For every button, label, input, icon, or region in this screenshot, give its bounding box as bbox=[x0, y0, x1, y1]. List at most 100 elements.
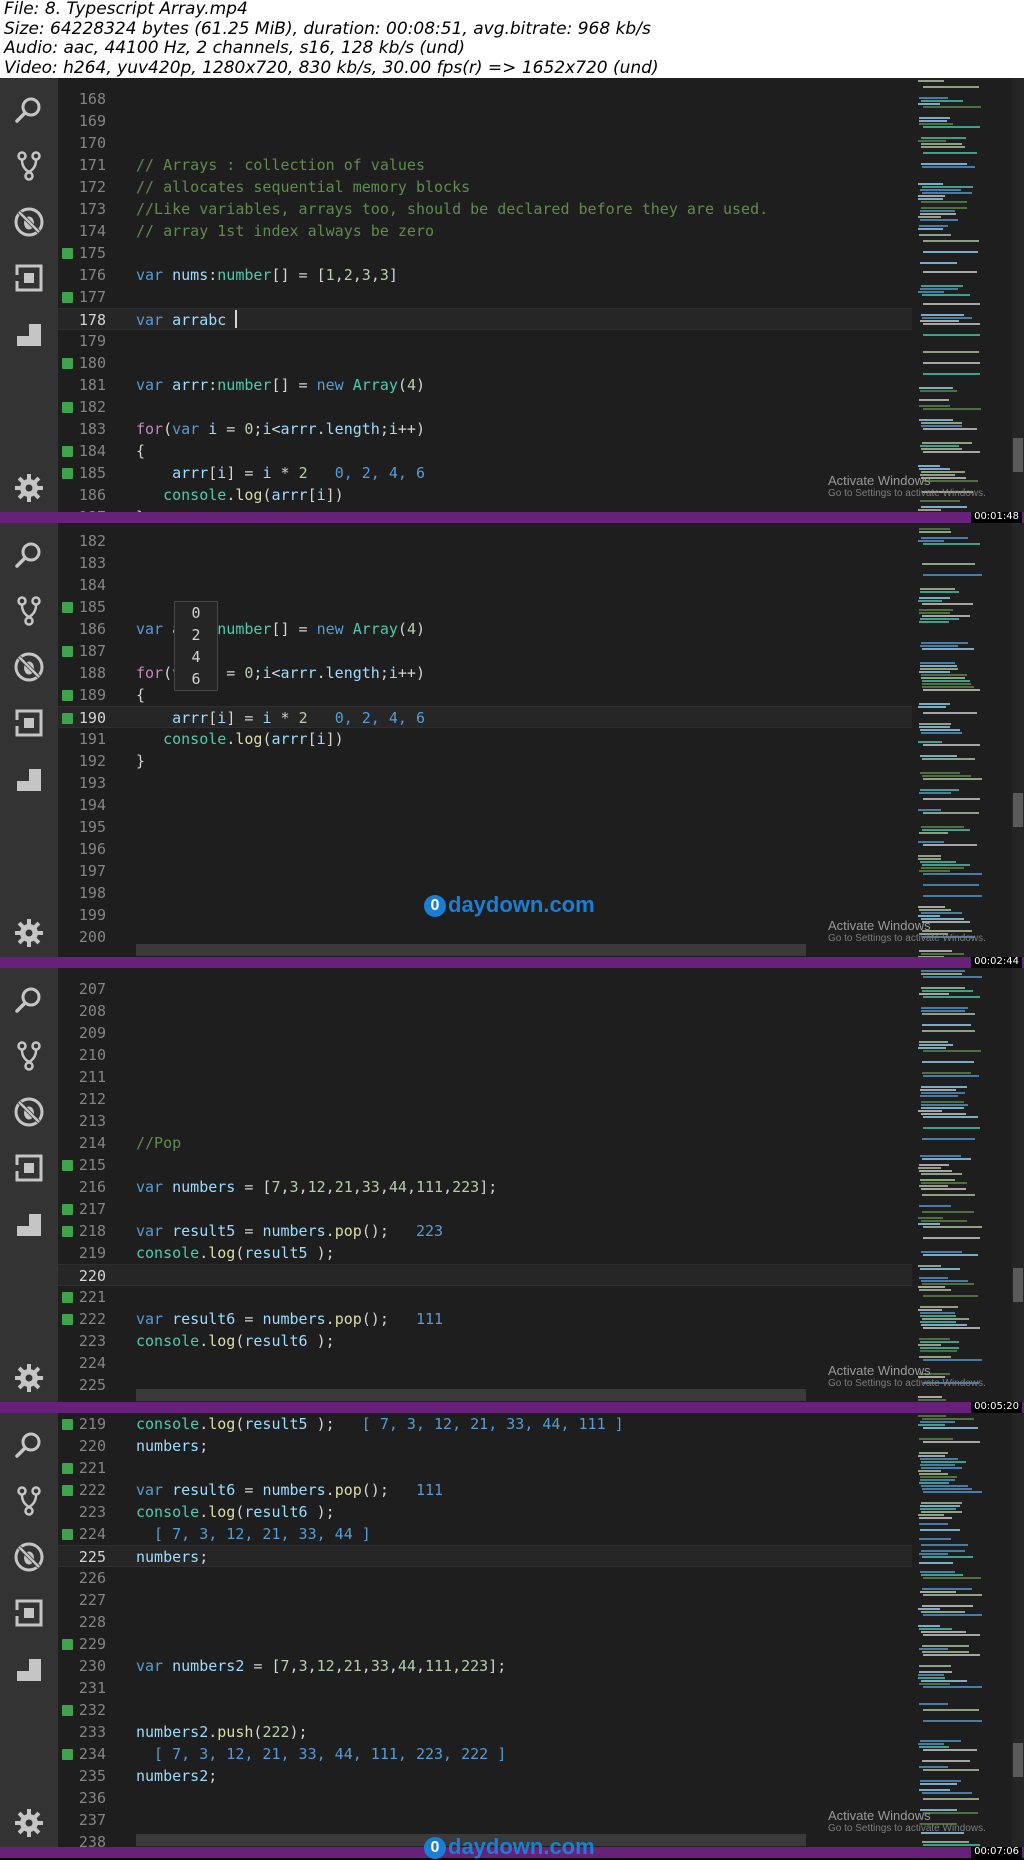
debug-icon[interactable] bbox=[9, 1092, 49, 1132]
code-line[interactable]: 172 // allocates sequential memory blocks bbox=[58, 176, 912, 198]
explorer-icon[interactable] bbox=[9, 90, 49, 130]
debug-icon[interactable] bbox=[9, 1537, 49, 1577]
code-line[interactable]: 221 bbox=[58, 1457, 912, 1479]
code-line[interactable]: 224 bbox=[58, 1352, 912, 1374]
code-line[interactable]: 183 bbox=[58, 552, 912, 574]
code-line[interactable]: 183 for(var i = 0;i<arrr.length;i++) bbox=[58, 418, 912, 440]
code-line[interactable]: 178 var arrabc bbox=[58, 308, 912, 330]
layout-icon[interactable] bbox=[9, 314, 49, 354]
code-line[interactable]: 211 bbox=[58, 1066, 912, 1088]
layout-icon[interactable] bbox=[9, 759, 49, 799]
code-line[interactable]: 193 bbox=[58, 772, 912, 794]
debug-icon[interactable] bbox=[9, 202, 49, 242]
code-line[interactable]: 220 bbox=[58, 1264, 912, 1286]
minimap[interactable] bbox=[912, 523, 1012, 968]
code-line[interactable]: 176 var nums:number[] = [1,2,3,3] bbox=[58, 264, 912, 286]
code-line[interactable]: 186 console.log(arrr[i]) bbox=[58, 484, 912, 506]
code-line[interactable]: 216 var numbers = [7,3,12,21,33,44,111,22… bbox=[58, 1176, 912, 1198]
minimap[interactable] bbox=[912, 968, 1012, 1413]
explorer-icon[interactable] bbox=[9, 535, 49, 575]
extensions-icon[interactable] bbox=[9, 1148, 49, 1188]
code-line[interactable]: 225 numbers; bbox=[58, 1545, 912, 1567]
code-line[interactable]: 182 bbox=[58, 530, 912, 552]
source-control-icon[interactable] bbox=[9, 591, 49, 631]
minimap[interactable] bbox=[912, 1413, 1012, 1858]
scrollbar-thumb[interactable] bbox=[1013, 1743, 1023, 1777]
vertical-scrollbar[interactable] bbox=[1012, 523, 1024, 968]
code-editor[interactable]: 168 169 170 171 // Arrays : collection of va… bbox=[58, 78, 912, 523]
settings-icon[interactable] bbox=[9, 913, 49, 953]
layout-icon[interactable] bbox=[9, 1649, 49, 1689]
code-line[interactable]: 217 bbox=[58, 1198, 912, 1220]
code-line[interactable]: 173 //Like variables, arrays too, should … bbox=[58, 198, 912, 220]
code-line[interactable]: 209 bbox=[58, 1022, 912, 1044]
code-line[interactable]: 169 bbox=[58, 110, 912, 132]
code-line[interactable]: 222 var result6 = numbers.pop(); 111 bbox=[58, 1308, 912, 1330]
code-line[interactable]: 181 var arrr:number[] = new Array(4) bbox=[58, 374, 912, 396]
code-line[interactable]: 182 bbox=[58, 396, 912, 418]
code-line[interactable]: 224 [ 7, 3, 12, 21, 33, 44 ] bbox=[58, 1523, 912, 1545]
code-line[interactable]: 231 bbox=[58, 1677, 912, 1699]
code-line[interactable]: 214 //Pop bbox=[58, 1132, 912, 1154]
code-line[interactable]: 232 bbox=[58, 1699, 912, 1721]
scrollbar-thumb[interactable] bbox=[1013, 793, 1023, 827]
code-line[interactable]: 194 bbox=[58, 794, 912, 816]
code-line[interactable]: 184 bbox=[58, 574, 912, 596]
code-line[interactable]: 237 bbox=[58, 1809, 912, 1831]
code-editor[interactable]: 207 208 209 210 211 212 213 214 //Pop 215 216 var n… bbox=[58, 968, 912, 1413]
code-line[interactable]: 220 numbers; bbox=[58, 1435, 912, 1457]
code-line[interactable]: 197 bbox=[58, 860, 912, 882]
code-line[interactable]: 219 console.log(result5 ); bbox=[58, 1242, 912, 1264]
code-line[interactable]: 168 bbox=[58, 88, 912, 110]
code-line[interactable]: 177 bbox=[58, 286, 912, 308]
horizontal-scrollbar[interactable] bbox=[136, 1389, 806, 1401]
code-line[interactable]: 192} bbox=[58, 750, 912, 772]
source-control-icon[interactable] bbox=[9, 1481, 49, 1521]
code-line[interactable]: 208 bbox=[58, 1000, 912, 1022]
code-line[interactable]: 174 // array 1st index always be zero bbox=[58, 220, 912, 242]
extensions-icon[interactable] bbox=[9, 703, 49, 743]
code-line[interactable]: 190 arrr[i] = i * 2 0, 2, 4, 6 bbox=[58, 706, 912, 728]
settings-icon[interactable] bbox=[9, 1803, 49, 1843]
scrollbar-thumb[interactable] bbox=[1013, 1268, 1023, 1302]
code-line[interactable]: 210 bbox=[58, 1044, 912, 1066]
code-editor[interactable]: 219 console.log(result5 ); [ 7, 3, 12, 21… bbox=[58, 1413, 912, 1858]
code-line[interactable]: 227 bbox=[58, 1589, 912, 1611]
code-line[interactable]: 219 console.log(result5 ); [ 7, 3, 12, 21… bbox=[58, 1413, 912, 1435]
code-line[interactable]: 226 bbox=[58, 1567, 912, 1589]
scrollbar-thumb[interactable] bbox=[1013, 438, 1023, 472]
code-line[interactable]: 195 bbox=[58, 816, 912, 838]
horizontal-scrollbar[interactable] bbox=[136, 944, 806, 956]
vertical-scrollbar[interactable] bbox=[1012, 78, 1024, 523]
extensions-icon[interactable] bbox=[9, 258, 49, 298]
extensions-icon[interactable] bbox=[9, 1593, 49, 1633]
code-line[interactable]: 191 console.log(arrr[i]) bbox=[58, 728, 912, 750]
code-line[interactable]: 223 console.log(result6 ); bbox=[58, 1501, 912, 1523]
code-line[interactable]: 215 bbox=[58, 1154, 912, 1176]
code-line[interactable]: 180 bbox=[58, 352, 912, 374]
minimap[interactable] bbox=[912, 78, 1012, 523]
settings-icon[interactable] bbox=[9, 1358, 49, 1398]
code-line[interactable]: 196 bbox=[58, 838, 912, 860]
code-line[interactable]: 218 var result5 = numbers.pop(); 223 bbox=[58, 1220, 912, 1242]
source-control-icon[interactable] bbox=[9, 1036, 49, 1076]
code-line[interactable]: 222 var result6 = numbers.pop(); 111 bbox=[58, 1479, 912, 1501]
code-line[interactable]: 233 numbers2.push(222); bbox=[58, 1721, 912, 1743]
code-line[interactable]: 230 var numbers2 = [7,3,12,21,33,44,111,2… bbox=[58, 1655, 912, 1677]
vertical-scrollbar[interactable] bbox=[1012, 1413, 1024, 1858]
code-line[interactable]: 184 { bbox=[58, 440, 912, 462]
code-line[interactable]: 179 bbox=[58, 330, 912, 352]
code-line[interactable]: 236 bbox=[58, 1787, 912, 1809]
vertical-scrollbar[interactable] bbox=[1012, 968, 1024, 1413]
code-line[interactable]: 170 bbox=[58, 132, 912, 154]
code-line[interactable]: 229 bbox=[58, 1633, 912, 1655]
code-line[interactable]: 234 [ 7, 3, 12, 21, 33, 44, 111, 223, 22… bbox=[58, 1743, 912, 1765]
code-line[interactable]: 175 bbox=[58, 242, 912, 264]
code-line[interactable]: 212 bbox=[58, 1088, 912, 1110]
explorer-icon[interactable] bbox=[9, 1425, 49, 1465]
code-line[interactable]: 185 arrr[i] = i * 2 0, 2, 4, 6 bbox=[58, 462, 912, 484]
settings-icon[interactable] bbox=[9, 468, 49, 508]
source-control-icon[interactable] bbox=[9, 146, 49, 186]
code-line[interactable]: 228 bbox=[58, 1611, 912, 1633]
code-line[interactable]: 207 bbox=[58, 978, 912, 1000]
